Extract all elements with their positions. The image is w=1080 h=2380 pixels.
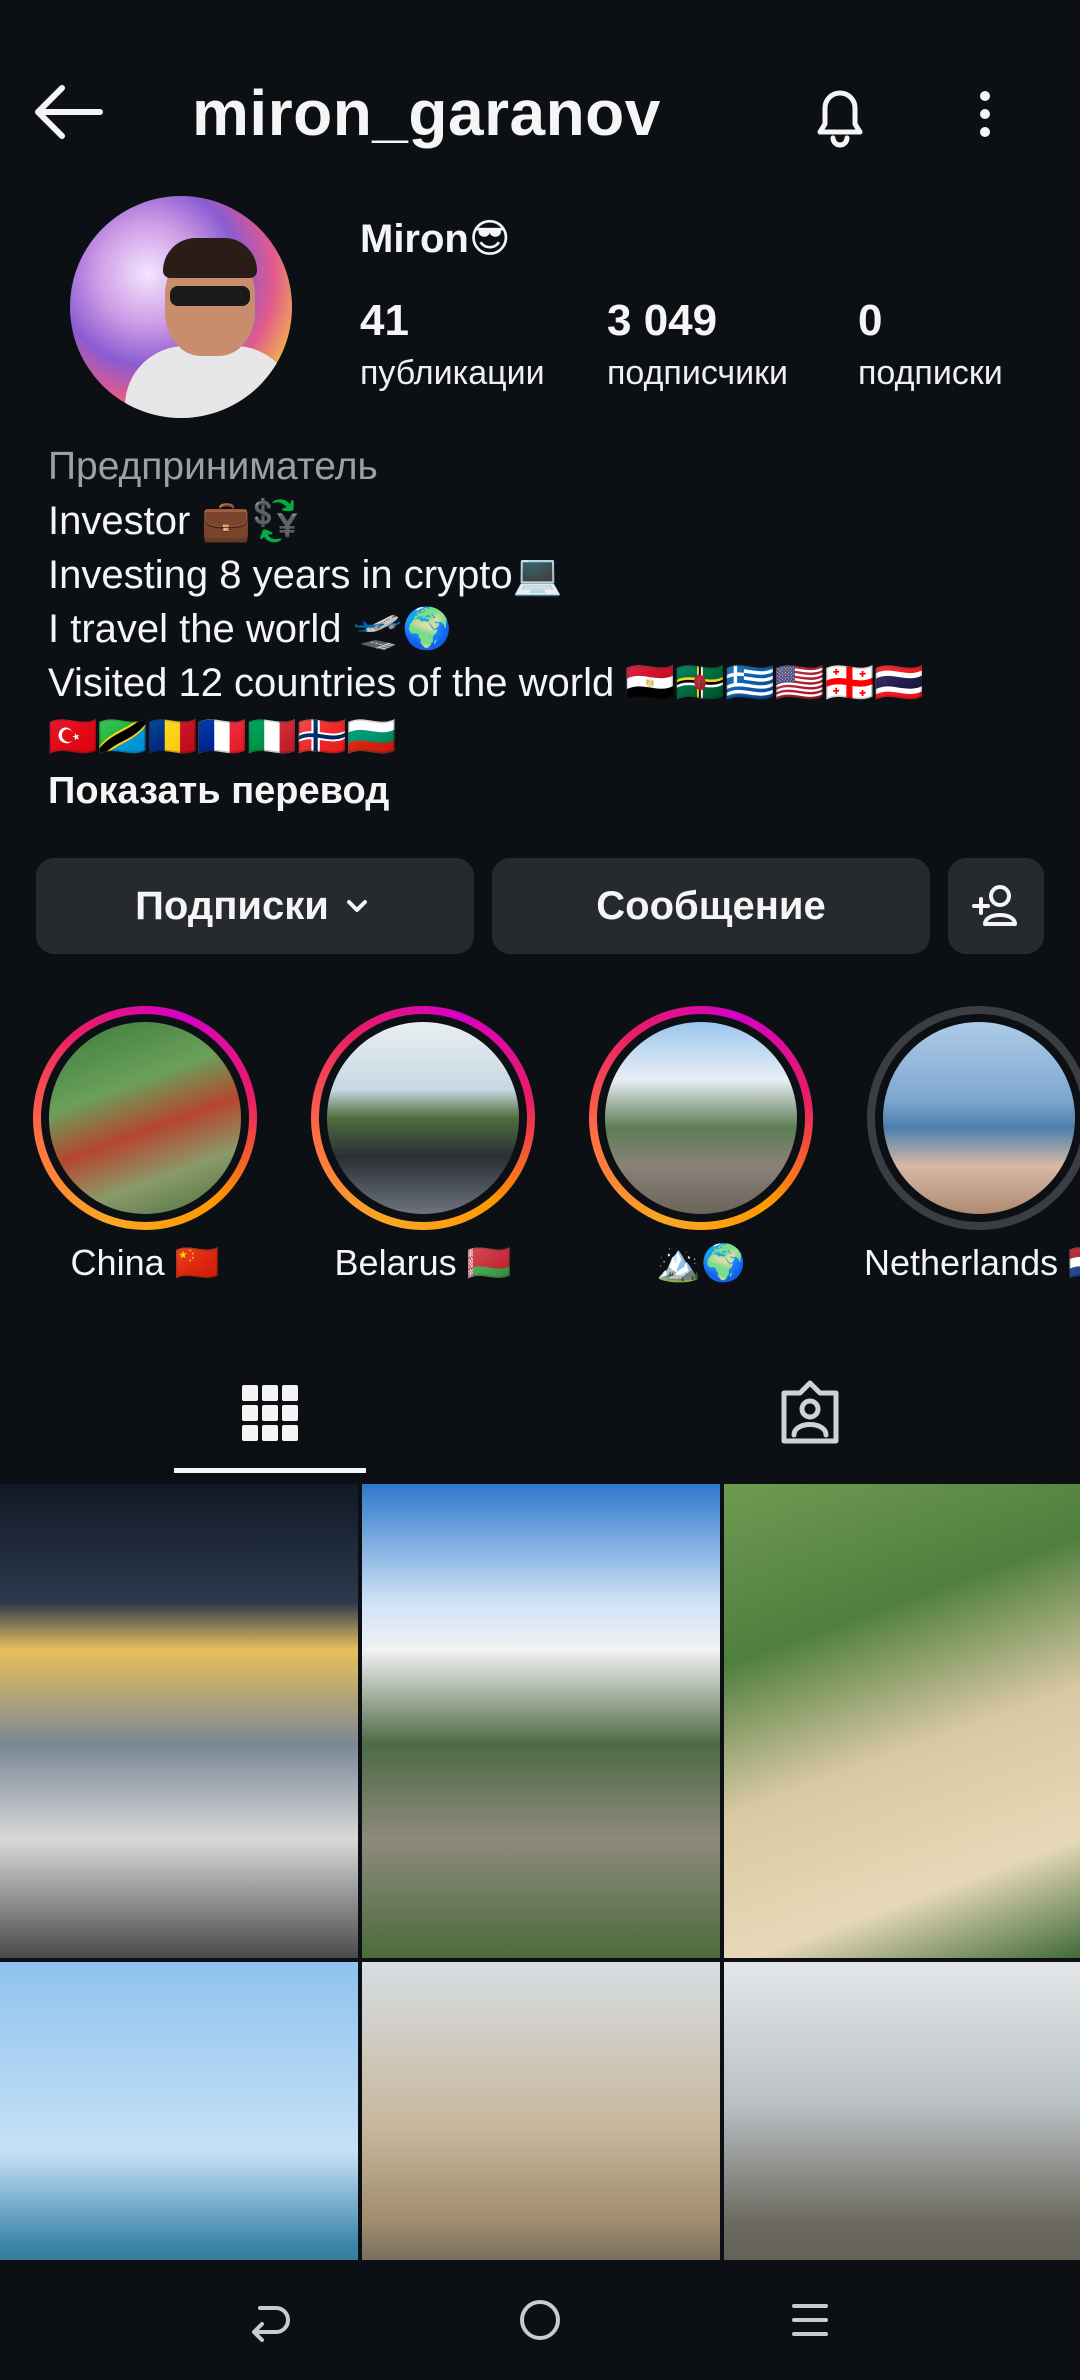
bio-line: 🇹🇷🇹🇿🇷🇴🇫🇷🇮🇹🇳🇴🇧🇬 bbox=[48, 715, 397, 759]
system-back-icon bbox=[252, 2306, 290, 2342]
bell-icon bbox=[817, 90, 863, 148]
highlight-belarus[interactable]: Belarus 🇧🇾 bbox=[308, 1006, 538, 1284]
highlight-netherlands[interactable]: Netherlands 🇳🇱 bbox=[864, 1006, 1080, 1284]
system-back-button[interactable] bbox=[230, 2290, 310, 2350]
more-vertical-icon bbox=[980, 91, 990, 137]
suggested-users-button[interactable] bbox=[948, 858, 1044, 954]
arrow-left-icon bbox=[35, 85, 103, 139]
stat-posts[interactable]: 41 публикации bbox=[360, 296, 545, 393]
highlight-title: China 🇨🇳 bbox=[70, 1242, 220, 1283]
highlight-thumbnail bbox=[327, 1022, 519, 1214]
stat-followers-count: 3 049 bbox=[607, 296, 718, 345]
message-button-label: Сообщение bbox=[596, 883, 826, 928]
show-translation-link[interactable]: Показать перевод bbox=[48, 764, 1058, 818]
back-button[interactable] bbox=[30, 80, 110, 144]
avatar-hair bbox=[163, 238, 257, 278]
following-button[interactable]: Подписки bbox=[36, 858, 474, 954]
profile-username: miron_garanov bbox=[192, 77, 661, 149]
bio-category: Предприниматель bbox=[48, 445, 378, 488]
highlight-thumbnail bbox=[605, 1022, 797, 1214]
highlight-china[interactable]: China 🇨🇳 bbox=[30, 1006, 260, 1284]
profile-display-name: Miron😎 bbox=[360, 217, 511, 261]
highlight-title: Netherlands 🇳🇱 bbox=[864, 1242, 1080, 1283]
post-thumbnail[interactable] bbox=[0, 1484, 358, 1958]
system-recents-button[interactable] bbox=[770, 2290, 850, 2350]
post-thumbnail[interactable] bbox=[362, 1484, 720, 1958]
stat-following-label: подписки bbox=[858, 354, 1003, 392]
stat-followers[interactable]: 3 049 подписчики bbox=[607, 296, 788, 393]
profile-avatar[interactable] bbox=[70, 196, 292, 418]
chevron-down-icon bbox=[346, 900, 367, 912]
home-circle-icon bbox=[520, 2300, 560, 2340]
highlight-thumbnail bbox=[49, 1022, 241, 1214]
system-home-button[interactable] bbox=[500, 2290, 580, 2350]
highlight-ring bbox=[33, 1006, 257, 1230]
avatar-glasses bbox=[170, 286, 250, 306]
bio-line: Investing 8 years in crypto💻 bbox=[48, 553, 563, 597]
highlight-ring bbox=[867, 1006, 1080, 1230]
add-person-icon bbox=[972, 885, 1017, 926]
post-thumbnail[interactable] bbox=[724, 1484, 1080, 1958]
highlight-title: Belarus 🇧🇾 bbox=[334, 1242, 512, 1283]
stat-following[interactable]: 0 подписки bbox=[858, 296, 1003, 393]
following-button-label: Подписки bbox=[135, 883, 329, 928]
highlight-thumbnail bbox=[883, 1022, 1075, 1214]
stat-posts-label: публикации bbox=[360, 354, 545, 392]
profile-actions: Подписки Сообщение bbox=[36, 858, 1044, 954]
message-button[interactable]: Сообщение bbox=[492, 858, 930, 954]
post-thumbnail[interactable] bbox=[724, 1962, 1080, 2260]
profile-bio: Предприниматель Investor 💼💱 Investing 8 … bbox=[48, 440, 1058, 818]
notifications-button[interactable] bbox=[800, 74, 880, 154]
bio-line: Investor 💼💱 bbox=[48, 499, 302, 543]
active-tab-indicator bbox=[174, 1468, 366, 1473]
posts-grid bbox=[0, 1484, 1080, 2260]
tab-tagged[interactable] bbox=[540, 1350, 1080, 1476]
stat-following-count: 0 bbox=[858, 296, 883, 345]
bio-line: I travel the world 🛫🌍 bbox=[48, 607, 453, 651]
stat-followers-label: подписчики bbox=[607, 354, 789, 392]
system-nav-bar bbox=[0, 2260, 1080, 2380]
highlight-mountains[interactable]: 🏔️🌍 bbox=[586, 1006, 816, 1284]
highlight-title: 🏔️🌍 bbox=[656, 1242, 746, 1283]
avatar-shirt bbox=[125, 346, 292, 418]
grid-icon bbox=[242, 1385, 298, 1441]
tagged-person-icon bbox=[781, 1380, 839, 1444]
more-options-button[interactable] bbox=[960, 74, 1010, 154]
profile-header: miron_garanov bbox=[0, 60, 1080, 164]
bio-line: Visited 12 countries of the world 🇪🇬🇩🇲🇬🇷… bbox=[48, 661, 925, 705]
story-highlights: China 🇨🇳 Belarus 🇧🇾 🏔️🌍 Netherlands 🇳🇱 bbox=[0, 1006, 1080, 1296]
recents-icon bbox=[792, 2304, 828, 2336]
post-thumbnail[interactable] bbox=[362, 1962, 720, 2260]
highlight-ring bbox=[589, 1006, 813, 1230]
stat-posts-count: 41 bbox=[360, 296, 409, 345]
tab-posts-grid[interactable] bbox=[0, 1350, 540, 1476]
profile-tabs bbox=[0, 1350, 1080, 1476]
post-thumbnail[interactable] bbox=[0, 1962, 358, 2260]
highlight-ring bbox=[311, 1006, 535, 1230]
